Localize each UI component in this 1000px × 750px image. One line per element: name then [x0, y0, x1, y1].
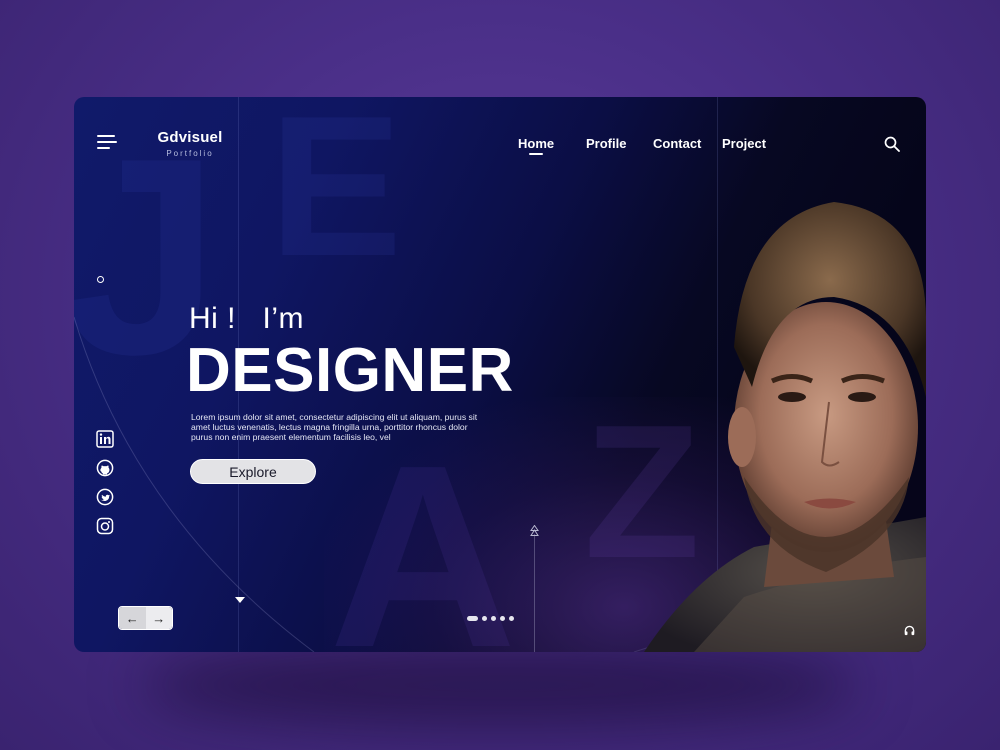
- hero-description: Lorem ipsum dolor sit amet, consectetur …: [191, 412, 478, 442]
- carousel-dot[interactable]: [491, 616, 496, 621]
- prev-arrow-button[interactable]: ←: [119, 607, 146, 629]
- portrait-photo: [644, 202, 926, 652]
- menu-icon[interactable]: [97, 135, 117, 149]
- carousel-indicators: [467, 616, 514, 621]
- twitter-icon[interactable]: [96, 488, 114, 506]
- carousel-dot[interactable]: [509, 616, 514, 621]
- hero-card: J E A Z: [74, 97, 926, 652]
- scroll-line: [534, 534, 535, 652]
- headphones-icon[interactable]: [904, 625, 915, 636]
- brand-name: Gdvisuel: [157, 129, 223, 146]
- decorative-ring: [97, 276, 104, 283]
- carousel-dot[interactable]: [482, 616, 487, 621]
- search-icon[interactable]: [884, 136, 900, 152]
- brand-subtitle: Portfolio: [166, 149, 214, 158]
- slide-pager: ← →: [118, 606, 173, 630]
- nav-item-profile[interactable]: Profile: [586, 136, 626, 151]
- nav-item-home[interactable]: Home: [518, 136, 554, 151]
- card-shadow: [140, 640, 860, 730]
- instagram-icon[interactable]: [96, 517, 114, 535]
- github-icon[interactable]: [96, 459, 114, 477]
- next-arrow-button[interactable]: →: [145, 607, 172, 629]
- brand-logo[interactable]: Gdvisuel Portfolio: [154, 129, 226, 158]
- carousel-dot-active[interactable]: [467, 616, 478, 621]
- nav-item-contact[interactable]: Contact: [653, 136, 701, 151]
- nav-item-project[interactable]: Project: [722, 136, 766, 151]
- hero-title: DESIGNER: [186, 336, 514, 405]
- hero-greeting: Hi ! I’m: [189, 302, 304, 335]
- linkedin-icon[interactable]: [96, 430, 114, 448]
- nav-active-indicator: [529, 153, 543, 155]
- caret-down-icon: [235, 597, 245, 603]
- carousel-dot[interactable]: [500, 616, 505, 621]
- explore-button[interactable]: Explore: [190, 459, 316, 484]
- scroll-up-icon[interactable]: [530, 525, 539, 537]
